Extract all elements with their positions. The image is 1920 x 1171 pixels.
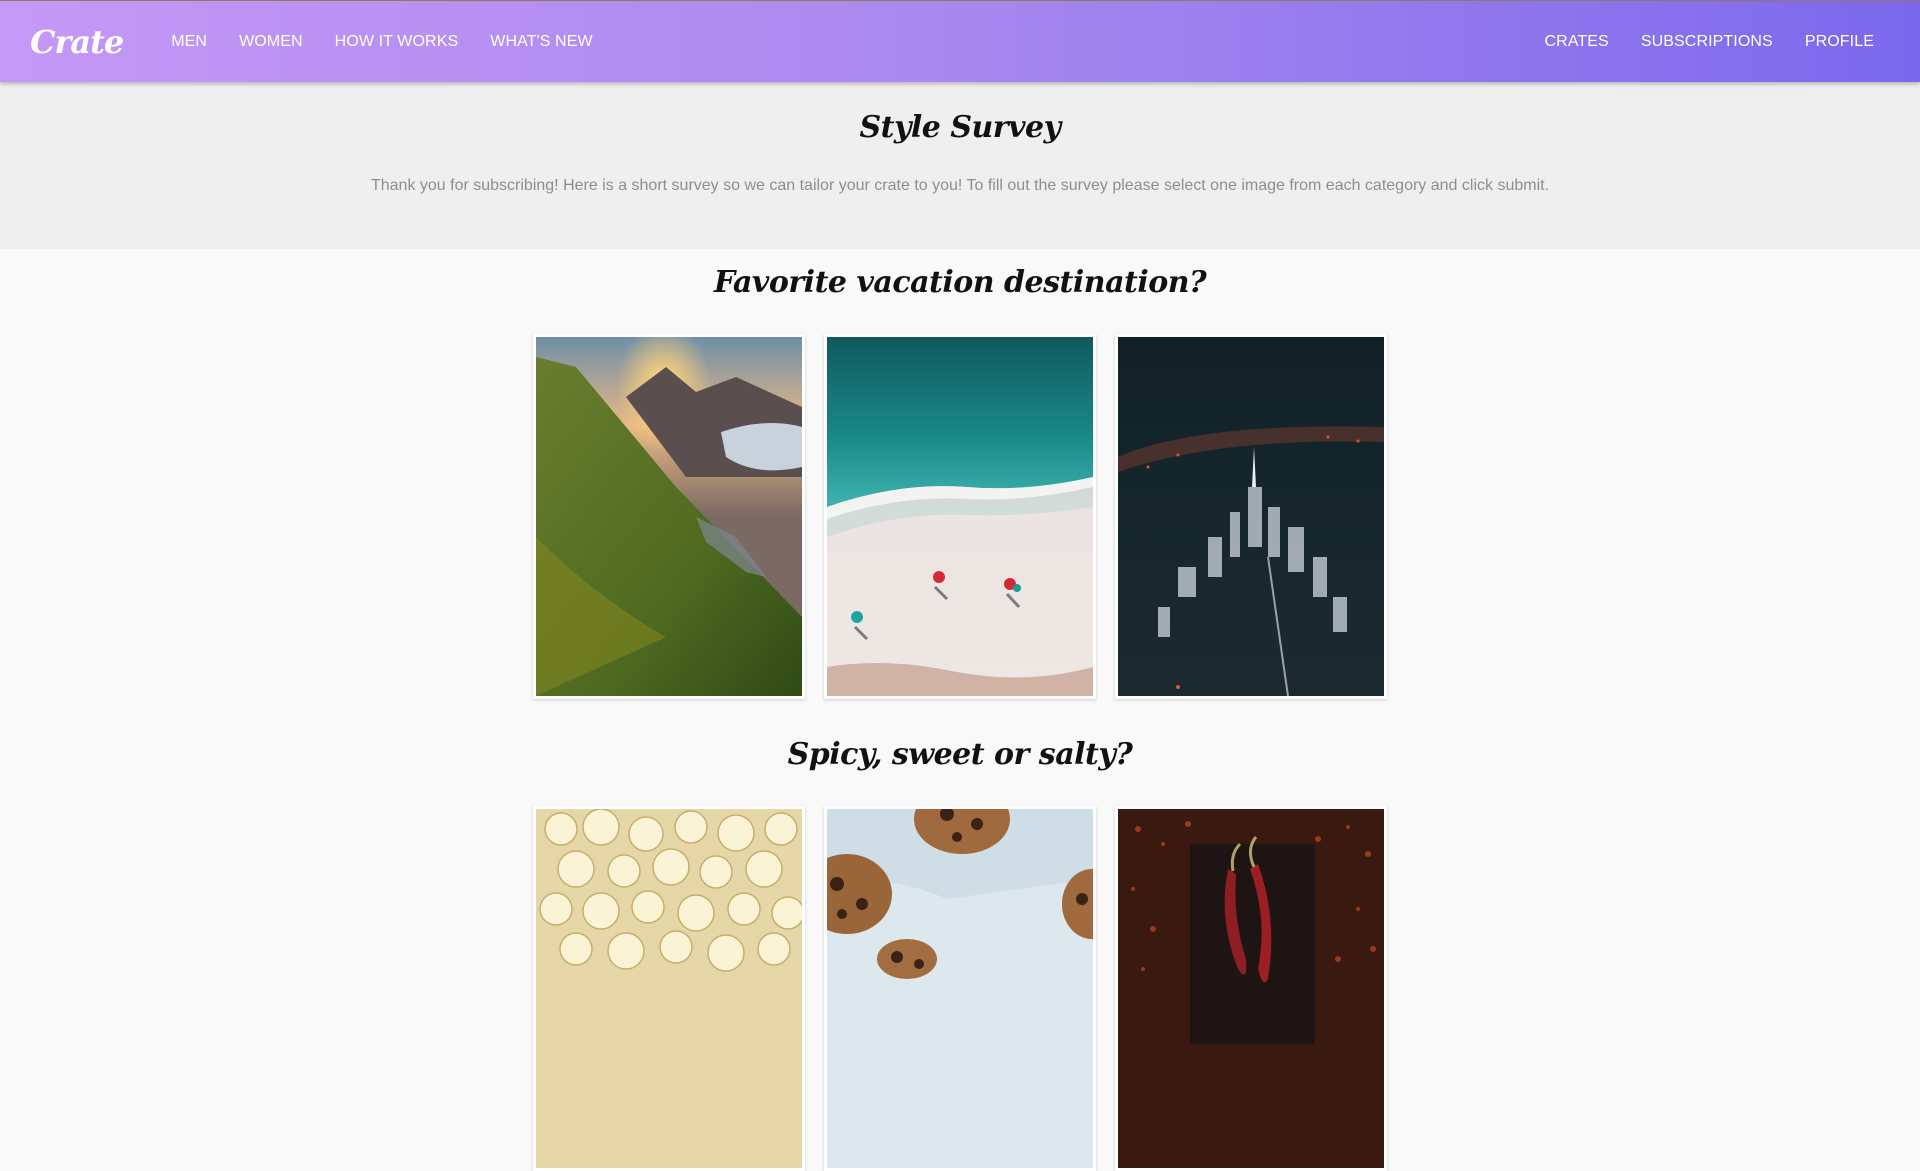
logo[interactable]: Crate [30, 23, 124, 61]
page-title: Style Survey [859, 110, 1061, 145]
city-night-image [1118, 337, 1384, 696]
nav-link-men[interactable]: MEN [155, 33, 223, 51]
survey-instructions: Thank you for subscribing! Here is a sho… [370, 177, 1550, 194]
nav-link-subscriptions[interactable]: SUBSCRIPTIONS [1625, 33, 1789, 51]
mountain-sunset-image [536, 337, 802, 696]
cookies-image [827, 809, 1093, 1168]
question-title: Spicy, sweet or salty? [787, 737, 1133, 772]
popcorn-image [536, 809, 802, 1168]
nav-right: CRATES SUBSCRIPTIONS PROFILE [1529, 33, 1890, 51]
survey-hero: Style Survey Thank you for subscribing! … [0, 82, 1920, 249]
nav-link-profile[interactable]: PROFILE [1789, 33, 1890, 51]
option-city-night[interactable] [1115, 334, 1387, 699]
nav-link-women[interactable]: WOMEN [223, 33, 319, 51]
option-mountain-sunset[interactable] [533, 334, 805, 699]
option-beach-aerial[interactable] [824, 334, 1096, 699]
nav-link-whats-new[interactable]: WHAT'S NEW [474, 33, 608, 51]
option-popcorn[interactable] [533, 806, 805, 1171]
question-flavor: Spicy, sweet or salty? [0, 737, 1920, 1171]
top-navbar: Crate MEN WOMEN HOW IT WORKS WHAT'S NEW … [0, 0, 1920, 82]
option-grid [0, 806, 1920, 1171]
question-vacation: Favorite vacation destination? [0, 265, 1920, 699]
nav-link-crates[interactable]: CRATES [1529, 33, 1625, 51]
option-cookies[interactable] [824, 806, 1096, 1171]
question-title: Favorite vacation destination? [713, 265, 1207, 300]
option-chili-peppers[interactable] [1115, 806, 1387, 1171]
nav-link-how-it-works[interactable]: HOW IT WORKS [319, 33, 475, 51]
nav-left: MEN WOMEN HOW IT WORKS WHAT'S NEW [155, 33, 608, 51]
beach-aerial-image [827, 337, 1093, 696]
chili-peppers-image [1118, 809, 1384, 1168]
option-grid [0, 334, 1920, 699]
